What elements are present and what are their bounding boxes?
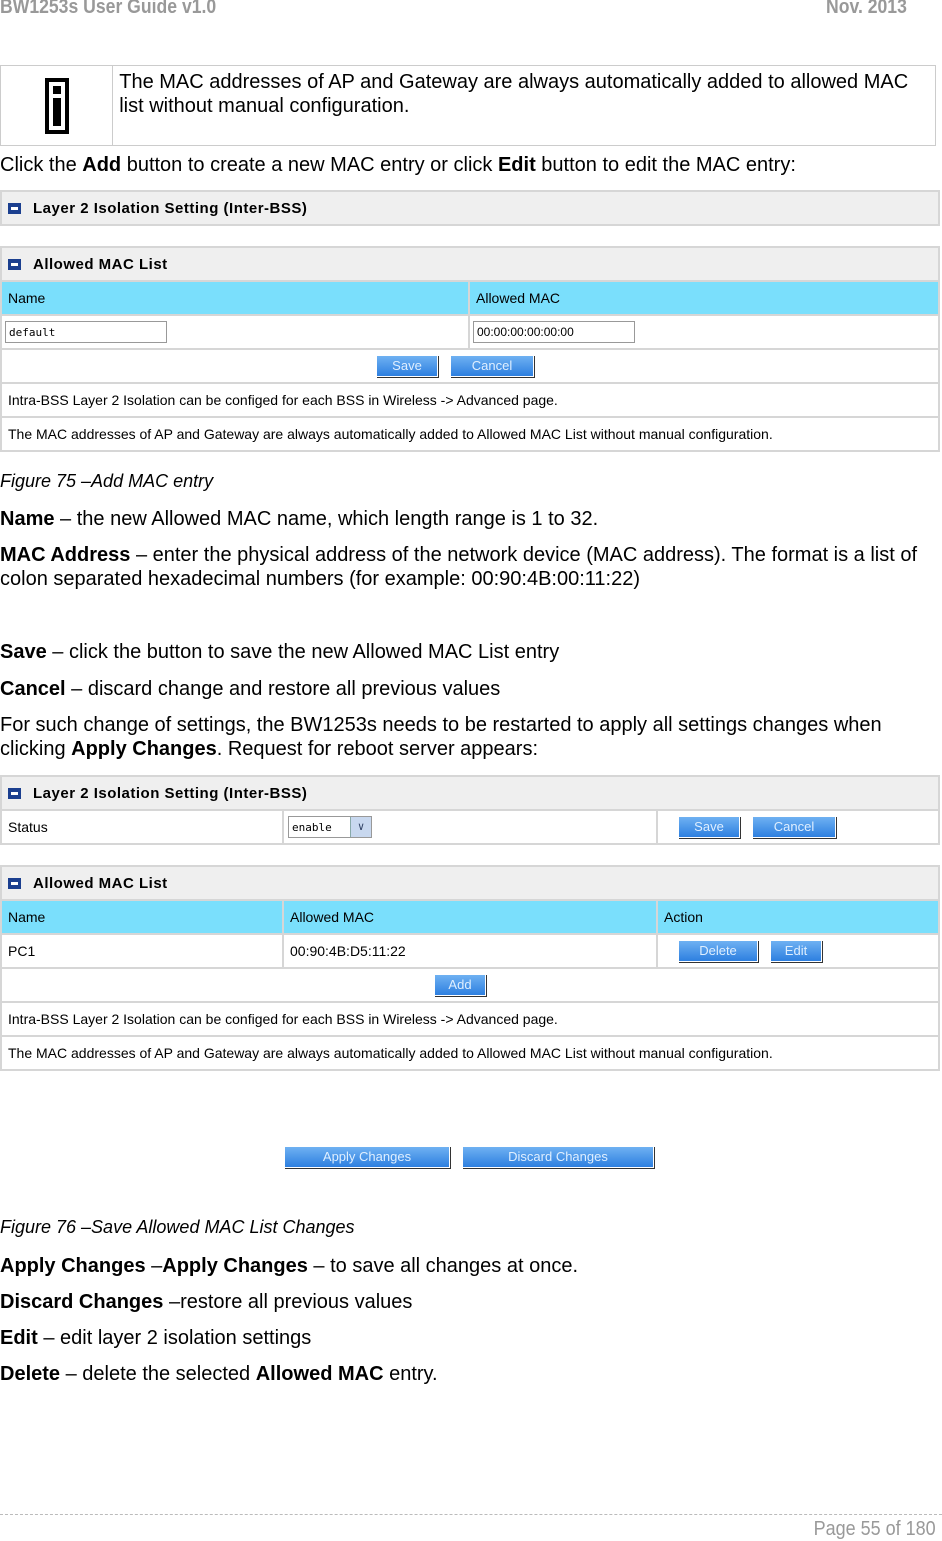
mac-input[interactable]: 00:00:00:00:00:00 — [473, 321, 635, 343]
restart-paragraph: For such change of settings, the BW1253s… — [0, 714, 882, 760]
note-text: The MAC addresses of AP and Gateway are … — [8, 1045, 773, 1061]
note-text: The MAC addresses of AP and Gateway are … — [8, 426, 773, 442]
table-row: PC1 00:90:4B:D5:11:22 Delete Edit — [2, 935, 938, 969]
col-action: Action — [664, 909, 703, 925]
col-name: Name — [2, 901, 284, 933]
col-name: Name — [2, 282, 470, 314]
figure-caption: Figure 76 –Save Allowed MAC List Changes — [0, 1217, 355, 1237]
desc-name: Name – the new Allowed MAC name, which l… — [0, 508, 599, 530]
note-text: Intra-BSS Layer 2 Isolation can be confi… — [8, 1011, 558, 1027]
doc-date: Nov. 2013 — [826, 0, 907, 18]
edit-button[interactable]: Edit — [770, 940, 822, 962]
desc-delete: Delete – delete the selected Allowed MAC… — [0, 1363, 438, 1385]
panel-title: Layer 2 Isolation Setting (Inter-BSS) — [33, 199, 308, 217]
desc-edit: Edit – edit layer 2 isolation settings — [0, 1327, 312, 1349]
desc-mac: MAC Address – enter the physical address… — [0, 544, 918, 590]
apply-changes-button[interactable]: Apply Changes — [284, 1146, 450, 1168]
page-number: Page 55 of 180 — [813, 1518, 936, 1540]
intro-paragraph: Click the Add button to create a new MAC… — [0, 154, 796, 176]
desc-discard: Discard Changes –restore all previous va… — [0, 1291, 413, 1313]
panel-collapse-icon[interactable] — [8, 202, 21, 214]
panel-collapse-icon[interactable] — [8, 787, 21, 799]
info-note-text: The MAC addresses of AP and Gateway are … — [119, 71, 909, 117]
footer-divider — [0, 1514, 942, 1515]
isolation-setting-panel: Layer 2 Isolation Setting (Inter-BSS) — [0, 190, 940, 226]
panel-collapse-icon[interactable] — [8, 258, 21, 270]
desc-apply: Apply Changes –Apply Changes – to save a… — [0, 1255, 579, 1277]
allowed-mac-panel: Allowed MAC List Name Allowed MAC default… — [0, 246, 940, 452]
discard-changes-button[interactable]: Discard Changes — [462, 1146, 654, 1168]
cancel-button[interactable]: Cancel — [450, 355, 534, 377]
add-button[interactable]: Add — [434, 974, 486, 996]
name-input[interactable]: default — [5, 321, 167, 343]
allowed-mac-panel: Allowed MAC List Name Allowed MAC Action P… — [0, 865, 940, 1071]
panel-collapse-icon[interactable] — [8, 877, 21, 889]
delete-button[interactable]: Delete — [678, 940, 758, 962]
col-allowed-mac: Allowed MAC — [284, 901, 658, 933]
save-button[interactable]: Save — [678, 816, 740, 838]
panel-title: Allowed MAC List — [33, 255, 168, 273]
col-allowed-mac: Allowed MAC — [476, 290, 561, 306]
info-icon — [1, 66, 114, 145]
panel-title: Layer 2 Isolation Setting (Inter-BSS) — [33, 784, 308, 802]
chevron-down-icon[interactable]: ∨ — [350, 817, 371, 837]
status-select[interactable]: enable ∨ — [288, 816, 372, 838]
desc-save: Save – click the button to save the new … — [0, 641, 560, 663]
figure-caption: Figure 75 –Add MAC entry — [0, 471, 214, 491]
status-label: Status — [2, 811, 284, 843]
cancel-button[interactable]: Cancel — [752, 816, 836, 838]
desc-cancel: Cancel – discard change and restore all … — [0, 678, 501, 700]
note-text: Intra-BSS Layer 2 Isolation can be confi… — [8, 392, 558, 408]
isolation-setting-panel: Layer 2 Isolation Setting (Inter-BSS) St… — [0, 775, 940, 845]
info-note: The MAC addresses of AP and Gateway are … — [0, 65, 936, 146]
panel-title: Allowed MAC List — [33, 874, 168, 892]
save-button[interactable]: Save — [376, 355, 438, 377]
doc-title: BW1253s User Guide v1.0 — [0, 0, 217, 18]
